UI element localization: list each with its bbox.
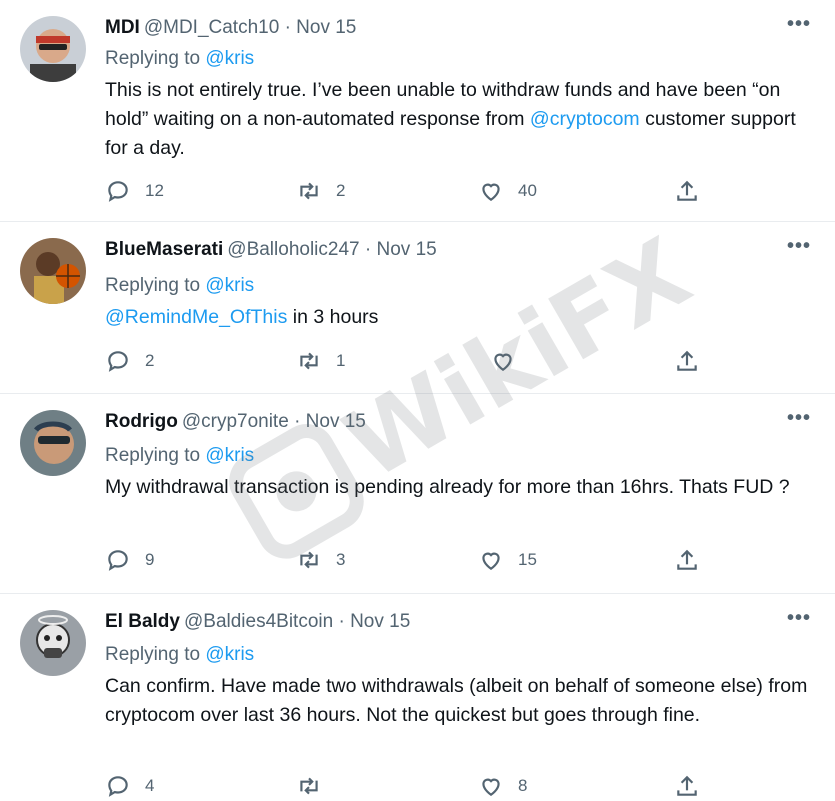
replying-to: Replying to @kris [105,444,254,468]
username[interactable]: @MDI_Catch10 [144,17,279,38]
like-count: 40 [518,181,537,200]
replying-to: Replying to @kris [105,274,254,298]
tweet-header: Rodrigo @cryp7onite · Nov 15 [105,410,366,434]
more-icon[interactable]: ••• [787,236,811,256]
reply-button[interactable]: 9 [105,545,154,575]
username[interactable]: @Baldies4Bitcoin [184,611,333,632]
avatar[interactable] [20,410,86,476]
retweet-icon [296,178,322,204]
replying-prefix: Replying to [105,275,206,296]
mention-link[interactable]: @cryptocom [530,108,640,130]
replying-prefix: Replying to [105,48,206,69]
reply-count: 9 [145,550,155,569]
retweet-count: 1 [336,351,346,370]
like-button[interactable]: 15 [478,545,537,575]
tweet-header: BlueMaserati @Balloholic247 · Nov 15 [105,238,437,262]
reply-button[interactable]: 12 [105,176,164,206]
text-part: Can confirm. Have made two withdrawals (… [105,675,808,726]
mention-link[interactable]: @kris [205,48,254,69]
avatar[interactable] [20,238,86,304]
retweet-button[interactable]: 2 [296,176,345,206]
like-icon [478,178,504,204]
text-part: My withdrawal transaction is pending alr… [105,476,790,498]
like-icon [490,348,516,374]
timestamp[interactable]: Nov 15 [350,611,410,632]
share-icon [674,348,700,374]
like-button[interactable]: 40 [478,176,537,206]
replying-to: Replying to @kris [105,47,254,71]
share-icon [674,178,700,204]
avatar[interactable] [20,610,86,676]
like-count: 15 [518,550,537,569]
separator: · [294,411,301,432]
mention-link[interactable]: @kris [205,275,254,296]
like-icon [478,547,504,573]
share-button[interactable] [674,771,700,801]
separator: · [338,611,345,632]
retweet-count: 3 [336,550,346,569]
tweet[interactable]: Rodrigo @cryp7onite · Nov 15 ••• Replying… [0,394,835,594]
more-icon[interactable]: ••• [787,408,811,428]
reply-icon [105,547,131,573]
retweet-icon [296,773,322,799]
share-button[interactable] [674,545,700,575]
reply-count: 4 [145,776,155,795]
text-part: in 3 hours [287,306,379,328]
timestamp[interactable]: Nov 15 [377,239,437,260]
avatar[interactable] [20,16,86,82]
retweet-count: 2 [336,181,346,200]
reply-button[interactable]: 4 [105,771,154,801]
tweet-header: El Baldy @Baldies4Bitcoin · Nov 15 [105,610,410,634]
reply-count: 12 [145,181,164,200]
share-icon [674,547,700,573]
display-name[interactable]: Rodrigo [105,411,178,432]
tweet-text: @RemindMe_OfThis in 3 hours [105,303,815,332]
share-button[interactable] [674,176,700,206]
display-name[interactable]: MDI [105,17,140,38]
more-icon[interactable]: ••• [787,14,811,34]
share-icon [674,773,700,799]
tweet-text: Can confirm. Have made two withdrawals (… [105,672,815,730]
action-bar: 9 3 15 [0,545,835,575]
tweet-text: This is not entirely true. I’ve been una… [105,76,815,163]
like-button[interactable] [490,346,530,376]
more-icon[interactable]: ••• [787,608,811,628]
tweet[interactable]: El Baldy @Baldies4Bitcoin · Nov 15 ••• Re… [0,594,835,800]
replying-prefix: Replying to [105,445,206,466]
display-name[interactable]: BlueMaserati [105,239,223,260]
mention-link[interactable]: @kris [205,445,254,466]
retweet-icon [296,348,322,374]
tweet-text: My withdrawal transaction is pending alr… [105,473,815,502]
timestamp[interactable]: Nov 15 [306,411,366,432]
separator: · [284,17,291,38]
retweet-button[interactable]: 3 [296,545,345,575]
action-bar: 2 1 [0,346,835,376]
action-bar: 12 2 40 [0,176,835,206]
tweet[interactable]: MDI @MDI_Catch10 · Nov 15 ••• Replying to… [0,0,835,222]
reply-icon [105,348,131,374]
reply-count: 2 [145,351,155,370]
replying-to: Replying to @kris [105,643,254,667]
tweet[interactable]: BlueMaserati @Balloholic247 · Nov 15 ••• … [0,222,835,394]
mention-link[interactable]: @RemindMe_OfThis [105,306,287,328]
action-bar: 4 8 [0,771,835,801]
username[interactable]: @cryp7onite [182,411,289,432]
reply-icon [105,178,131,204]
like-icon [478,773,504,799]
retweet-icon [296,547,322,573]
display-name[interactable]: El Baldy [105,611,180,632]
timestamp[interactable]: Nov 15 [296,17,356,38]
reply-icon [105,773,131,799]
tweet-header: MDI @MDI_Catch10 · Nov 15 [105,16,356,40]
retweet-button[interactable]: 1 [296,346,345,376]
replying-prefix: Replying to [105,644,206,665]
reply-button[interactable]: 2 [105,346,154,376]
separator: · [364,239,372,260]
like-count: 8 [518,776,528,795]
share-button[interactable] [674,346,700,376]
retweet-button[interactable] [296,771,336,801]
mention-link[interactable]: @kris [205,644,254,665]
username[interactable]: @Balloholic247 [227,239,359,260]
like-button[interactable]: 8 [478,771,527,801]
